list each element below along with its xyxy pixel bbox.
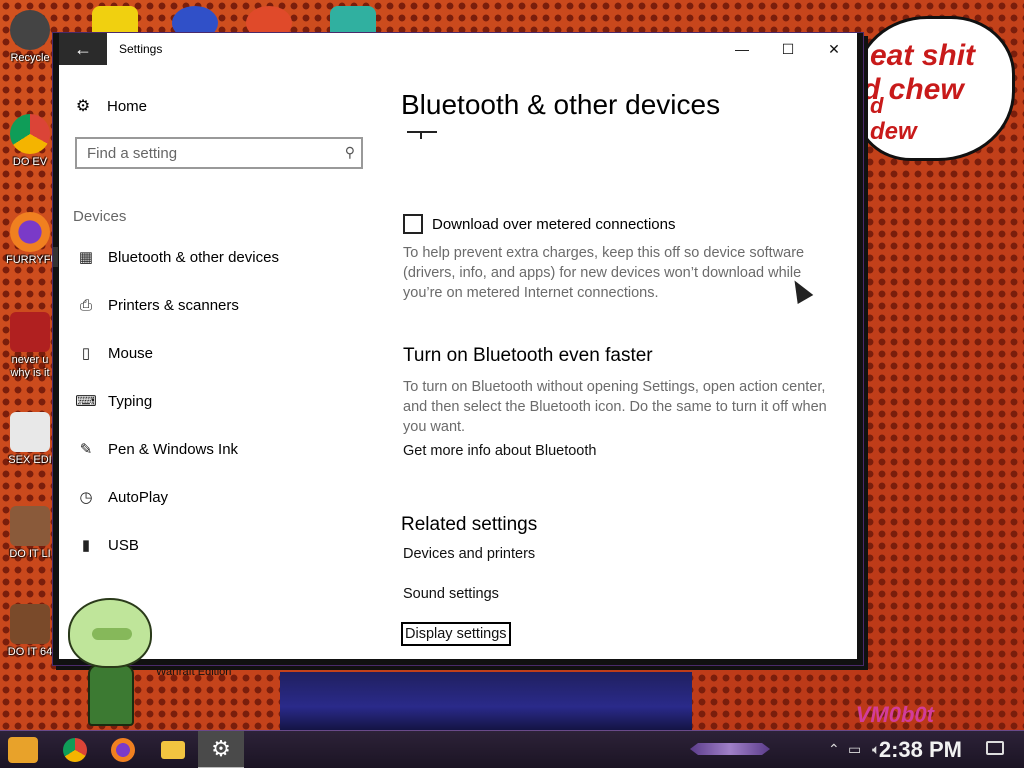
- bubble-line: dew: [870, 118, 917, 145]
- nav-item-pen[interactable]: ✎ Pen & Windows Ink: [59, 429, 373, 469]
- devcpp-icon: [10, 312, 50, 352]
- nav-item-label: Typing: [108, 392, 153, 410]
- nav-section-devices: Devices: [73, 208, 127, 225]
- nav-item-bluetooth[interactable]: ▦ Bluetooth & other devices: [53, 237, 373, 277]
- firefox-icon: [111, 738, 135, 762]
- bluetooth-info-link[interactable]: Get more info about Bluetooth: [403, 443, 596, 459]
- nav-home-label: Home: [107, 97, 148, 115]
- autoplay-icon: ◷: [79, 489, 93, 506]
- pen-icon: ✎: [79, 441, 93, 458]
- character-body: [88, 664, 134, 726]
- settings-window: ← Settings — ☐ ✕ ⚙ Home ⚲ Devices ▦ Blue…: [52, 32, 864, 666]
- search-input[interactable]: [77, 139, 361, 167]
- maximize-button[interactable]: ☐: [765, 33, 811, 65]
- nav-item-label: Printers & scanners: [108, 296, 239, 314]
- nav-home[interactable]: ⚙ Home: [73, 96, 147, 116]
- taskbar-file-explorer[interactable]: [150, 731, 196, 768]
- nav-item-autoplay[interactable]: ◷ AutoPlay: [59, 477, 373, 517]
- usb-icon: ▮: [81, 537, 91, 554]
- desktop-icon-portrait-2[interactable]: DO IT 64: [6, 604, 54, 659]
- character-head: [68, 598, 152, 668]
- printer-icon: ⎙: [79, 296, 92, 314]
- taskbar: ⚙ ⌃ ▭ 🔈︎ 2:38 PM: [0, 730, 1024, 768]
- settings-nav: ⚙ Home ⚲ Devices ▦ Bluetooth & other dev…: [53, 65, 379, 659]
- back-button[interactable]: ←: [59, 33, 107, 65]
- hex-editor-icon: [10, 412, 50, 452]
- nav-item-mouse[interactable]: ▯ Mouse: [59, 333, 373, 373]
- search-icon: ⚲: [344, 144, 355, 160]
- desktop-icon-label: FURRYFU: [6, 254, 59, 266]
- desktop-icon-label: Recycle: [10, 52, 50, 64]
- close-button[interactable]: ✕: [811, 33, 857, 65]
- nav-item-label: Mouse: [108, 344, 154, 362]
- metered-download-checkbox[interactable]: [403, 214, 423, 234]
- desktop-icon-label: DO IT 64: [7, 646, 53, 658]
- action-center-icon[interactable]: [986, 741, 1004, 755]
- taskbar-chrome[interactable]: [52, 731, 98, 768]
- nav-item-label: USB: [108, 536, 139, 554]
- devices-printers-link[interactable]: Devices and printers: [403, 546, 535, 562]
- firefox-icon: [10, 212, 50, 252]
- home-gear-icon: ⚙: [75, 98, 91, 115]
- taskbar-decoration: [690, 743, 770, 755]
- character-visor: [92, 628, 132, 640]
- desktop-icon-label: DO IT LI: [9, 548, 51, 560]
- settings-content: Bluetooth & other devices Download over …: [395, 65, 851, 659]
- wallpaper-caption: Warfraft Edition: [156, 666, 232, 678]
- network-icon[interactable]: ▭: [848, 741, 861, 758]
- start-button[interactable]: [8, 737, 38, 763]
- taskbar-clock[interactable]: 2:38 PM: [879, 737, 962, 763]
- sound-settings-link[interactable]: Sound settings: [403, 586, 499, 602]
- metered-description: To help prevent extra charges, keep this…: [403, 245, 805, 301]
- chrome-icon: [10, 114, 50, 154]
- nav-item-label: Bluetooth & other devices: [108, 248, 279, 266]
- metered-download-label: Download over metered connections: [432, 215, 676, 233]
- desktop-icon-label: SEX EDI: [8, 454, 52, 466]
- bluetooth-devices-icon: ▦: [78, 249, 94, 266]
- desktop-icon-firefox[interactable]: FURRYFU: [6, 212, 58, 267]
- bubble-line: eat shit: [870, 39, 976, 72]
- speech-bubble: eat shit d chew d dew: [855, 16, 1015, 161]
- desktop-icon-devcpp[interactable]: never u why is it: [6, 312, 54, 380]
- corner-tag: VM0b0t: [855, 702, 934, 727]
- desktop-icon-chrome[interactable]: DO EV: [6, 114, 54, 169]
- window-title: Settings: [119, 42, 163, 56]
- desktop-icon-label: never u why is it: [10, 354, 50, 379]
- desktop-wallpaper-art: [280, 672, 692, 730]
- desktop-icon-recycle[interactable]: Recycle: [6, 10, 54, 65]
- metered-download-row[interactable]: Download over metered connections: [403, 214, 675, 234]
- recycle-bin-icon: [10, 10, 50, 50]
- desktop-icon-label: DO EV: [12, 156, 48, 168]
- nav-item-usb[interactable]: ▮ USB: [59, 525, 373, 565]
- device-icon-fragment: [407, 131, 437, 139]
- nav-item-printers[interactable]: ⎙ Printers & scanners: [59, 285, 373, 325]
- desktop-icon-portrait-1[interactable]: DO IT LI: [6, 506, 54, 561]
- folder-icon: [161, 741, 185, 759]
- display-settings-link[interactable]: Display settings: [401, 622, 511, 646]
- chevron-up-icon[interactable]: ⌃: [828, 741, 840, 758]
- chrome-icon: [63, 738, 87, 762]
- minimize-button[interactable]: —: [719, 33, 765, 65]
- find-setting-search[interactable]: ⚲: [75, 137, 363, 169]
- faster-description: To turn on Bluetooth without opening Set…: [403, 379, 827, 435]
- title-bar[interactable]: ← Settings — ☐ ✕: [59, 33, 857, 65]
- related-settings-heading: Related settings: [401, 514, 538, 535]
- taskbar-settings[interactable]: ⚙: [198, 731, 244, 768]
- portrait-icon: [10, 506, 50, 546]
- nav-item-label: Pen & Windows Ink: [108, 440, 239, 458]
- page-title: Bluetooth & other devices: [401, 89, 721, 120]
- gear-icon: ⚙: [211, 736, 231, 761]
- faster-heading: Turn on Bluetooth even faster: [403, 345, 653, 366]
- mouse-icon: ▯: [81, 345, 91, 362]
- portrait-icon: [10, 604, 50, 644]
- taskbar-firefox[interactable]: [100, 731, 146, 768]
- nav-item-typing[interactable]: ⌨ Typing: [59, 381, 373, 421]
- keyboard-icon: ⌨: [75, 393, 97, 410]
- nav-item-label: AutoPlay: [108, 488, 169, 506]
- desktop-icon-hex[interactable]: SEX EDI: [6, 412, 54, 467]
